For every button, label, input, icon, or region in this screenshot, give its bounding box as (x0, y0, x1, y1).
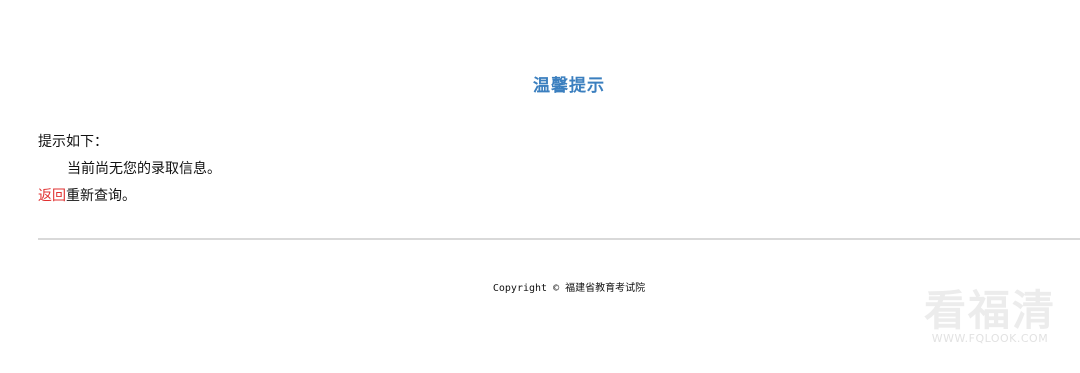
watermark-logo: 看福清 WWW.FQLOOK.COM (920, 286, 1060, 346)
message-intro: 提示如下： (38, 134, 108, 150)
message-detail: 当前尚无您的录取信息。 (67, 161, 221, 177)
page-title: 温馨提示 (533, 76, 605, 96)
watermark-url: WWW.FQLOOK.COM (931, 332, 1049, 345)
page: 温馨提示 提示如下： 当前尚无您的录取信息。 返回重新查询。 Copyright… (0, 0, 1080, 373)
divider (38, 238, 1080, 240)
watermark-text: 看福清 (923, 286, 1056, 335)
copyright-text: Copyright © 福建省教育考试院 (492, 283, 646, 294)
back-link[interactable]: 返回 (38, 188, 66, 204)
back-line: 返回重新查询。 (38, 188, 136, 204)
back-suffix: 重新查询。 (66, 188, 136, 204)
